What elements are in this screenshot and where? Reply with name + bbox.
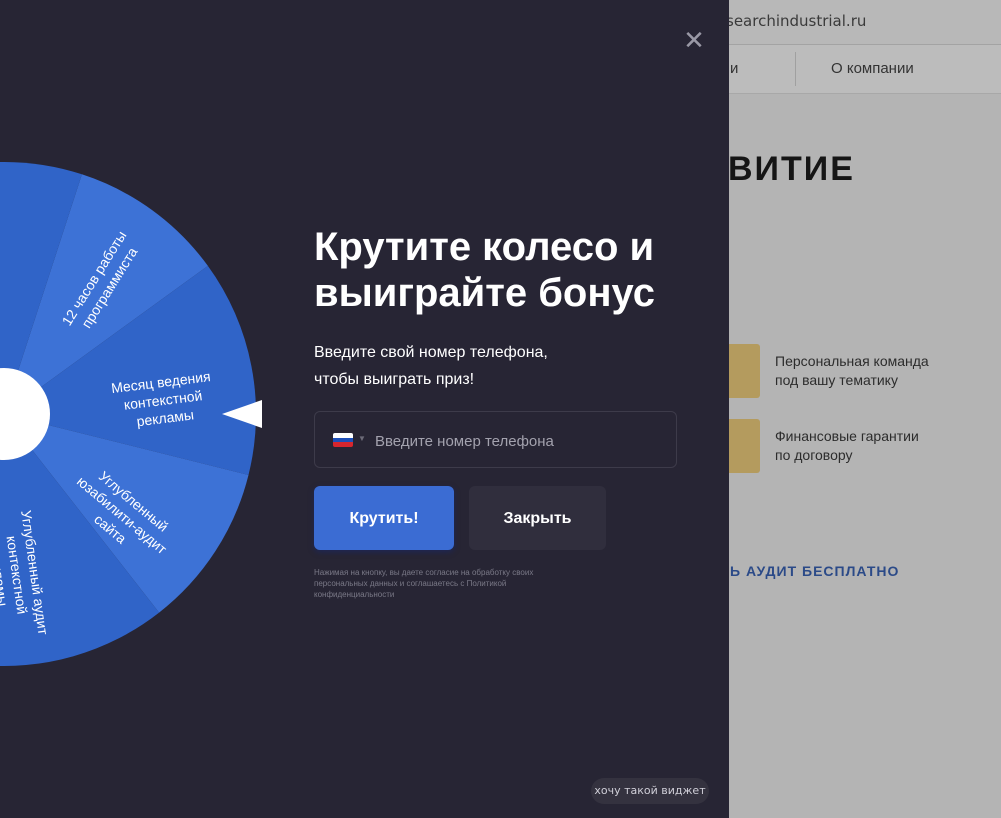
chevron-down-icon[interactable]: ▼ <box>358 434 366 443</box>
russia-flag-icon[interactable] <box>333 433 353 447</box>
popup-subtitle: Введите свой номер телефона, чтобы выигр… <box>314 339 674 393</box>
feature-team-line2: под вашу тематику <box>775 372 898 388</box>
phone-field[interactable]: ▼ <box>314 411 677 468</box>
site-heading: ВИТИЕ <box>728 150 855 188</box>
prize-wheel: 12 часов работы программиста Месяц веден… <box>0 161 262 666</box>
popup-title-line2: выиграйте бонус <box>314 271 656 315</box>
legal-consent-text: Нажимая на кнопку, вы даете согласие на … <box>314 568 534 599</box>
feature-guarantee-line1: Финансовые гарантии <box>775 428 919 444</box>
nav-divider <box>795 52 796 86</box>
feature-team: Персональная команда под вашу тематику <box>722 344 992 400</box>
spin-wheel-popup: 12 часов работы программиста Месяц веден… <box>0 0 729 818</box>
popup-subtitle-line1: Введите свой номер телефона, <box>314 344 548 361</box>
spin-button[interactable]: Крутить! <box>314 486 454 550</box>
popup-title: Крутите колесо и выиграйте бонус <box>314 224 714 316</box>
phone-input[interactable] <box>373 426 667 456</box>
feature-team-line1: Персональная команда <box>775 353 929 369</box>
site-domain: searchindustrial.ru <box>726 12 867 30</box>
want-widget-link[interactable]: хочу такой виджет <box>591 778 709 804</box>
free-audit-link[interactable]: Ь АУДИТ БЕСПЛАТНО <box>730 563 899 579</box>
close-button[interactable]: Закрыть <box>469 486 606 550</box>
feature-guarantee-line2: по договору <box>775 447 853 463</box>
close-icon[interactable]: ✕ <box>680 26 708 54</box>
popup-title-line1: Крутите колесо и <box>314 225 655 269</box>
feature-guarantee: Финансовые гарантии по договору <box>722 419 992 475</box>
nav-item-partial[interactable]: и <box>730 60 738 77</box>
nav-item-about[interactable]: О компании <box>831 60 914 77</box>
popup-subtitle-line2: чтобы выиграть приз! <box>314 371 475 388</box>
